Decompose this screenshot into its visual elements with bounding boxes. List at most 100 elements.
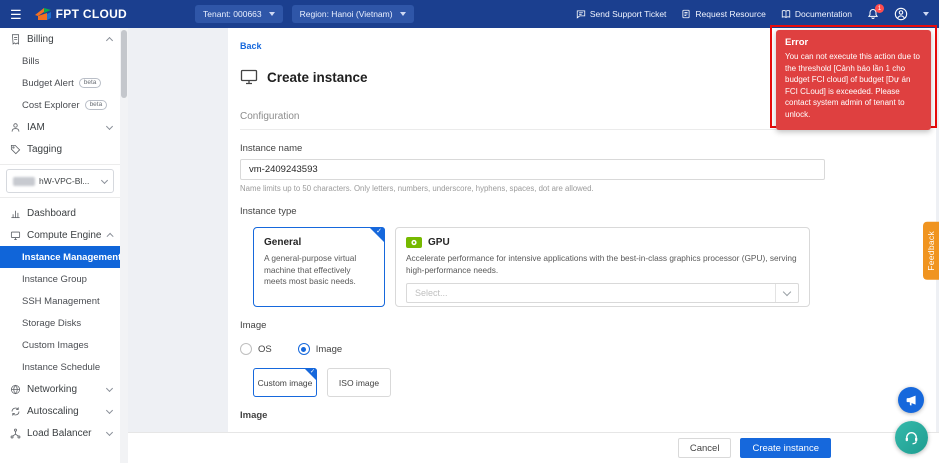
error-toast-message: You can not execute this action due to t… bbox=[785, 51, 922, 121]
image-type-tabs: ✓ Custom image ISO image bbox=[253, 368, 924, 397]
back-link[interactable]: Back bbox=[240, 41, 262, 51]
instance-type-gpu-card[interactable]: GPU Accelerate performance for intensive… bbox=[395, 227, 810, 307]
documentation-link[interactable]: Documentation bbox=[781, 9, 852, 19]
image-field-label: Image bbox=[240, 410, 924, 421]
sidebar-item-budget-alert[interactable]: Budget Alert beta bbox=[0, 72, 120, 94]
fpt-logo-icon bbox=[35, 8, 51, 20]
tag-icon bbox=[10, 144, 21, 155]
sidebar-item-tagging[interactable]: Tagging bbox=[0, 138, 120, 160]
documentation-label: Documentation bbox=[795, 9, 852, 19]
radio-os[interactable]: OS bbox=[240, 343, 272, 355]
sidebar-item-label: Networking bbox=[27, 384, 77, 395]
networking-icon bbox=[10, 384, 21, 395]
sidebar-item-instance-group[interactable]: Instance Group bbox=[0, 268, 120, 290]
check-icon: ✓ bbox=[376, 228, 382, 235]
sidebar-item-bills[interactable]: Bills bbox=[0, 50, 120, 72]
sidebar-item-networking[interactable]: Networking bbox=[0, 378, 120, 400]
support-agent-fab-button[interactable] bbox=[895, 421, 928, 454]
app-window: ☰ FPT CLOUD Tenant: 000663 Region: Hanoi… bbox=[0, 0, 939, 463]
megaphone-icon bbox=[905, 394, 918, 407]
sidebar-item-label: Cost Explorer bbox=[22, 100, 80, 111]
user-avatar-button[interactable] bbox=[894, 7, 908, 21]
page-title: Create instance bbox=[267, 70, 368, 85]
autoscaling-icon bbox=[10, 406, 21, 417]
hamburger-menu-icon[interactable]: ☰ bbox=[10, 8, 22, 21]
account-menu-chevron-icon[interactable] bbox=[923, 12, 929, 16]
gpu-select-placeholder: Select... bbox=[415, 288, 448, 298]
chevron-down-icon bbox=[269, 12, 275, 16]
scrollbar-thumb[interactable] bbox=[121, 30, 127, 98]
radio-image-label: Image bbox=[316, 344, 342, 355]
sidebar-item-label: Load Balancer bbox=[27, 428, 92, 439]
sidebar-item-label: IAM bbox=[27, 122, 45, 133]
sidebar-item-label: Bills bbox=[22, 56, 39, 67]
iam-icon bbox=[10, 122, 21, 133]
billing-icon bbox=[10, 34, 21, 45]
tenant-label: Tenant: 000663 bbox=[203, 9, 262, 19]
region-selector[interactable]: Region: Hanoi (Vietnam) bbox=[292, 5, 414, 23]
vpc-selector[interactable]: hW-VPC-Bl... bbox=[6, 169, 114, 193]
sidebar-navigation: Billing Bills Budget Alert beta Cost Exp… bbox=[0, 28, 120, 463]
sidebar-item-load-balancer[interactable]: Load Balancer bbox=[0, 422, 120, 444]
sidebar-item-custom-images[interactable]: Custom Images bbox=[0, 334, 120, 356]
sidebar-item-compute-engine[interactable]: Compute Engine bbox=[0, 224, 120, 246]
sidebar-item-ssh-management[interactable]: SSH Management bbox=[0, 290, 120, 312]
sidebar-item-label: Dashboard bbox=[27, 208, 76, 219]
sidebar-item-label: Storage Disks bbox=[22, 318, 81, 329]
top-navigation-bar: ☰ FPT CLOUD Tenant: 000663 Region: Hanoi… bbox=[0, 0, 939, 28]
form-footer: Cancel Create instance bbox=[128, 432, 939, 463]
tab-iso-image[interactable]: ISO image bbox=[327, 368, 391, 397]
sidebar-item-iam[interactable]: IAM bbox=[0, 116, 120, 138]
chevron-down-icon bbox=[106, 384, 113, 391]
sidebar-item-label: Autoscaling bbox=[27, 406, 79, 417]
compute-engine-icon bbox=[10, 230, 21, 241]
sidebar-divider bbox=[0, 164, 120, 165]
dashboard-icon bbox=[10, 208, 21, 219]
gpu-icon bbox=[406, 237, 422, 248]
sidebar-item-cost-explorer[interactable]: Cost Explorer beta bbox=[0, 94, 120, 116]
request-resource-label: Request Resource bbox=[695, 9, 765, 19]
general-card-title: General bbox=[264, 237, 374, 248]
chevron-down-icon bbox=[400, 12, 406, 16]
brand-name: FPT CLOUD bbox=[56, 7, 127, 21]
sidebar-item-billing[interactable]: Billing bbox=[0, 28, 120, 50]
radio-image-circle[interactable] bbox=[298, 343, 310, 355]
sidebar-item-storage-disks[interactable]: Storage Disks bbox=[0, 312, 120, 334]
sidebar-item-label: Compute Engine bbox=[27, 230, 102, 241]
request-resource-link[interactable]: Request Resource bbox=[681, 9, 765, 19]
tenant-selector[interactable]: Tenant: 000663 bbox=[195, 5, 283, 23]
sidebar-item-autoscaling[interactable]: Autoscaling bbox=[0, 400, 120, 422]
radio-os-circle[interactable] bbox=[240, 343, 252, 355]
notifications-button[interactable]: 1 bbox=[867, 8, 879, 20]
redacted-text-blur bbox=[13, 177, 35, 186]
instance-name-label: Instance name bbox=[240, 143, 924, 154]
instance-name-input[interactable] bbox=[240, 159, 825, 180]
cancel-button[interactable]: Cancel bbox=[678, 438, 732, 458]
chevron-down-icon bbox=[783, 287, 791, 295]
chevron-down-icon bbox=[106, 428, 113, 435]
create-instance-button[interactable]: Create instance bbox=[740, 438, 831, 458]
sidebar-item-instance-schedule[interactable]: Instance Schedule bbox=[0, 356, 120, 378]
fpt-cloud-logo[interactable]: FPT CLOUD bbox=[35, 7, 127, 21]
beta-badge: beta bbox=[85, 100, 108, 111]
chevron-up-icon bbox=[106, 37, 113, 44]
sidebar-item-label: Tagging bbox=[27, 144, 62, 155]
instance-name-help: Name limits up to 50 characters. Only le… bbox=[240, 184, 924, 193]
sidebar-item-dashboard[interactable]: Dashboard bbox=[0, 202, 120, 224]
feedback-tab[interactable]: Feedback bbox=[923, 222, 939, 280]
send-support-ticket-link[interactable]: Send Support Ticket bbox=[576, 9, 667, 19]
tab-custom-image[interactable]: ✓ Custom image bbox=[253, 368, 317, 397]
sidebar-item-label: Budget Alert bbox=[22, 78, 74, 89]
sidebar-item-label: Instance Group bbox=[22, 274, 87, 285]
gpu-card-title: GPU bbox=[428, 237, 450, 248]
beta-badge: beta bbox=[79, 78, 102, 89]
error-toast[interactable]: Error You can not execute this action du… bbox=[776, 30, 931, 130]
chevron-down-icon bbox=[101, 176, 108, 183]
gpu-select-dropdown[interactable]: Select... bbox=[406, 283, 799, 303]
vpc-selector-value: hW-VPC-Bl... bbox=[39, 176, 89, 186]
radio-image[interactable]: Image bbox=[298, 343, 342, 355]
sidebar-item-instance-management[interactable]: Instance Management bbox=[0, 246, 120, 268]
sidebar-item-label: Instance Management bbox=[22, 252, 120, 263]
announcement-fab-button[interactable] bbox=[898, 387, 924, 413]
instance-type-general-card[interactable]: ✓ General A general-purpose virtual mach… bbox=[253, 227, 385, 307]
